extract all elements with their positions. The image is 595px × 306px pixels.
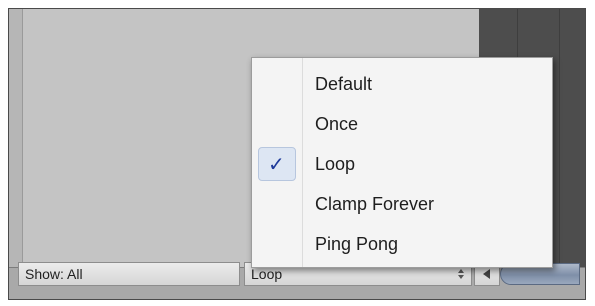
- triangle-left-icon: [483, 269, 490, 279]
- checkmark-icon: ✓: [268, 152, 285, 176]
- menu-item-default[interactable]: Default: [252, 64, 552, 104]
- wrap-mode-value: Loop: [251, 266, 283, 282]
- menu-item-loop[interactable]: ✓ Loop: [252, 144, 552, 184]
- left-strip: [9, 9, 23, 299]
- show-filter-text: Show: All: [25, 266, 83, 282]
- menu-item-once[interactable]: Once: [252, 104, 552, 144]
- menu-item-ping-pong[interactable]: Ping Pong: [252, 224, 552, 264]
- menu-item-clamp-forever[interactable]: Clamp Forever: [252, 184, 552, 224]
- stepper-icon: [458, 269, 464, 279]
- menu-item-label: Default: [315, 74, 373, 94]
- menu-item-label: Once: [315, 114, 359, 134]
- menu-item-label: Clamp Forever: [315, 194, 435, 214]
- show-filter-label[interactable]: Show: All: [18, 262, 240, 286]
- divider: [559, 9, 560, 267]
- wrap-mode-dropdown-menu: Default Once ✓ Loop Clamp Forever Ping P…: [251, 57, 553, 268]
- menu-item-label: Ping Pong: [315, 234, 399, 254]
- checkmark-highlight: ✓: [258, 147, 296, 181]
- menu-item-label: Loop: [315, 154, 356, 174]
